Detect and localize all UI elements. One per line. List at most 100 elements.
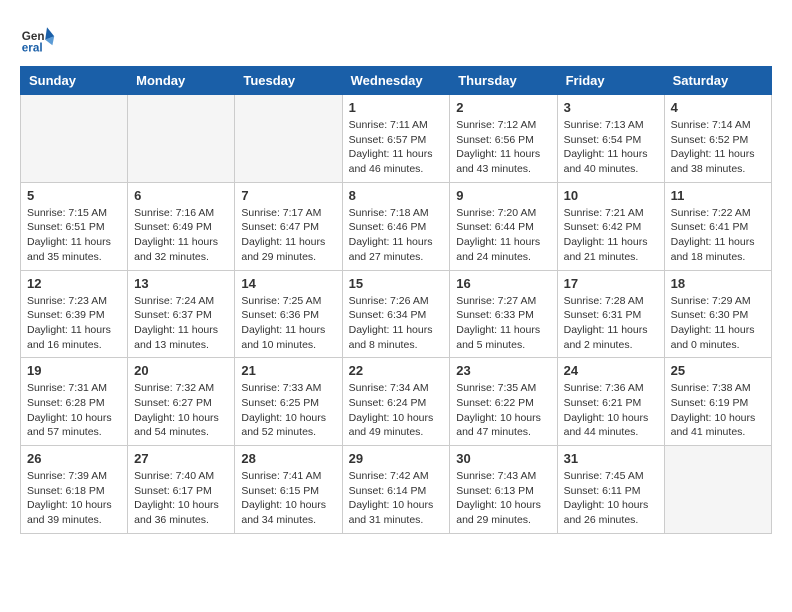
calendar-cell: 6Sunrise: 7:16 AMSunset: 6:49 PMDaylight… <box>128 182 235 270</box>
calendar-cell: 3Sunrise: 7:13 AMSunset: 6:54 PMDaylight… <box>557 95 664 183</box>
day-info: Sunrise: 7:31 AMSunset: 6:28 PMDaylight:… <box>27 381 121 440</box>
day-number: 9 <box>456 188 550 203</box>
calendar-cell: 29 Sunrise: 7:42 AMSunset: 6:14 PMDayligh… <box>342 446 450 534</box>
day-header-monday: Monday <box>128 67 235 95</box>
calendar-cell: 9Sunrise: 7:20 AMSunset: 6:44 PMDaylight… <box>450 182 557 270</box>
calendar-cell: 16 Sunrise: 7:27 AMSunset: 6:33 PMDayligh… <box>450 270 557 358</box>
day-header-saturday: Saturday <box>664 67 771 95</box>
day-info: Sunrise: 7:35 AMSunset: 6:22 PMDaylight:… <box>456 381 550 440</box>
day-number: 5 <box>27 188 121 203</box>
day-number: 25 <box>671 363 765 378</box>
day-header-thursday: Thursday <box>450 67 557 95</box>
day-number: 8 <box>349 188 444 203</box>
calendar-cell: 28 Sunrise: 7:41 AMSunset: 6:15 PMDayligh… <box>235 446 342 534</box>
calendar-cell: 4 Sunrise: 7:14 AMSunset: 6:52 PMDaylight… <box>664 95 771 183</box>
calendar-cell: 22 Sunrise: 7:34 AMSunset: 6:24 PMDayligh… <box>342 358 450 446</box>
day-number: 7 <box>241 188 335 203</box>
day-number: 28 <box>241 451 335 466</box>
day-number: 23 <box>456 363 550 378</box>
day-info: Sunrise: 7:16 AMSunset: 6:49 PMDaylight:… <box>134 206 228 265</box>
day-number: 18 <box>671 276 765 291</box>
day-info: Sunrise: 7:13 AMSunset: 6:54 PMDaylight:… <box>564 118 658 177</box>
day-number: 24 <box>564 363 658 378</box>
day-info: Sunrise: 7:14 AMSunset: 6:52 PMDaylight:… <box>671 118 765 177</box>
day-number: 21 <box>241 363 335 378</box>
calendar-cell: 10 Sunrise: 7:21 AMSunset: 6:42 PMDayligh… <box>557 182 664 270</box>
day-number: 12 <box>27 276 121 291</box>
calendar-week-4: 19 Sunrise: 7:31 AMSunset: 6:28 PMDayligh… <box>21 358 772 446</box>
calendar-week-1: 1 Sunrise: 7:11 AMSunset: 6:57 PMDaylight… <box>21 95 772 183</box>
day-number: 27 <box>134 451 228 466</box>
day-info: Sunrise: 7:40 AMSunset: 6:17 PMDaylight:… <box>134 469 228 528</box>
day-info: Sunrise: 7:22 AMSunset: 6:41 PMDaylight:… <box>671 206 765 265</box>
calendar-cell <box>664 446 771 534</box>
calendar-table: SundayMondayTuesdayWednesdayThursdayFrid… <box>20 66 772 534</box>
day-info: Sunrise: 7:34 AMSunset: 6:24 PMDaylight:… <box>349 381 444 440</box>
calendar-cell: 24Sunrise: 7:36 AMSunset: 6:21 PMDayligh… <box>557 358 664 446</box>
day-info: Sunrise: 7:18 AMSunset: 6:46 PMDaylight:… <box>349 206 444 265</box>
day-info: Sunrise: 7:12 AMSunset: 6:56 PMDaylight:… <box>456 118 550 177</box>
day-number: 30 <box>456 451 550 466</box>
calendar-week-3: 12 Sunrise: 7:23 AMSunset: 6:39 PMDayligh… <box>21 270 772 358</box>
svg-text:eral: eral <box>22 42 43 55</box>
day-number: 16 <box>456 276 550 291</box>
calendar-cell: 1 Sunrise: 7:11 AMSunset: 6:57 PMDaylight… <box>342 95 450 183</box>
calendar-cell: 5 Sunrise: 7:15 AMSunset: 6:51 PMDaylight… <box>21 182 128 270</box>
day-number: 1 <box>349 100 444 115</box>
day-number: 19 <box>27 363 121 378</box>
calendar-week-2: 5 Sunrise: 7:15 AMSunset: 6:51 PMDaylight… <box>21 182 772 270</box>
day-number: 10 <box>564 188 658 203</box>
logo: Gen eral <box>20 20 60 56</box>
day-info: Sunrise: 7:27 AMSunset: 6:33 PMDaylight:… <box>456 294 550 353</box>
calendar-cell: 2 Sunrise: 7:12 AMSunset: 6:56 PMDaylight… <box>450 95 557 183</box>
day-info: Sunrise: 7:32 AMSunset: 6:27 PMDaylight:… <box>134 381 228 440</box>
calendar-cell: 15 Sunrise: 7:26 AMSunset: 6:34 PMDayligh… <box>342 270 450 358</box>
calendar-cell: 20Sunrise: 7:32 AMSunset: 6:27 PMDayligh… <box>128 358 235 446</box>
calendar-cell <box>235 95 342 183</box>
day-number: 11 <box>671 188 765 203</box>
day-info: Sunrise: 7:15 AMSunset: 6:51 PMDaylight:… <box>27 206 121 265</box>
day-info: Sunrise: 7:41 AMSunset: 6:15 PMDaylight:… <box>241 469 335 528</box>
page-header: Gen eral <box>20 20 772 56</box>
calendar-cell <box>21 95 128 183</box>
day-info: Sunrise: 7:21 AMSunset: 6:42 PMDaylight:… <box>564 206 658 265</box>
day-info: Sunrise: 7:45 AMSunset: 6:11 PMDaylight:… <box>564 469 658 528</box>
day-info: Sunrise: 7:23 AMSunset: 6:39 PMDaylight:… <box>27 294 121 353</box>
day-number: 17 <box>564 276 658 291</box>
day-number: 26 <box>27 451 121 466</box>
calendar-cell: 12 Sunrise: 7:23 AMSunset: 6:39 PMDayligh… <box>21 270 128 358</box>
day-info: Sunrise: 7:42 AMSunset: 6:14 PMDaylight:… <box>349 469 444 528</box>
day-info: Sunrise: 7:11 AMSunset: 6:57 PMDaylight:… <box>349 118 444 177</box>
day-header-sunday: Sunday <box>21 67 128 95</box>
day-number: 4 <box>671 100 765 115</box>
calendar-week-5: 26 Sunrise: 7:39 AMSunset: 6:18 PMDayligh… <box>21 446 772 534</box>
calendar-cell: 23 Sunrise: 7:35 AMSunset: 6:22 PMDayligh… <box>450 358 557 446</box>
day-number: 29 <box>349 451 444 466</box>
day-info: Sunrise: 7:25 AMSunset: 6:36 PMDaylight:… <box>241 294 335 353</box>
day-number: 14 <box>241 276 335 291</box>
calendar-cell: 14 Sunrise: 7:25 AMSunset: 6:36 PMDayligh… <box>235 270 342 358</box>
day-info: Sunrise: 7:26 AMSunset: 6:34 PMDaylight:… <box>349 294 444 353</box>
calendar-cell: 17 Sunrise: 7:28 AMSunset: 6:31 PMDayligh… <box>557 270 664 358</box>
day-header-wednesday: Wednesday <box>342 67 450 95</box>
day-info: Sunrise: 7:38 AMSunset: 6:19 PMDaylight:… <box>671 381 765 440</box>
calendar-cell: 7 Sunrise: 7:17 AMSunset: 6:47 PMDaylight… <box>235 182 342 270</box>
day-info: Sunrise: 7:28 AMSunset: 6:31 PMDaylight:… <box>564 294 658 353</box>
day-info: Sunrise: 7:33 AMSunset: 6:25 PMDaylight:… <box>241 381 335 440</box>
calendar-cell <box>128 95 235 183</box>
logo-icon: Gen eral <box>20 20 56 56</box>
calendar-cell: 31 Sunrise: 7:45 AMSunset: 6:11 PMDayligh… <box>557 446 664 534</box>
day-number: 15 <box>349 276 444 291</box>
day-info: Sunrise: 7:17 AMSunset: 6:47 PMDaylight:… <box>241 206 335 265</box>
day-info: Sunrise: 7:39 AMSunset: 6:18 PMDaylight:… <box>27 469 121 528</box>
calendar-cell: 18 Sunrise: 7:29 AMSunset: 6:30 PMDayligh… <box>664 270 771 358</box>
day-number: 2 <box>456 100 550 115</box>
day-header-tuesday: Tuesday <box>235 67 342 95</box>
day-number: 31 <box>564 451 658 466</box>
day-number: 22 <box>349 363 444 378</box>
calendar-cell: 13Sunrise: 7:24 AMSunset: 6:37 PMDayligh… <box>128 270 235 358</box>
day-info: Sunrise: 7:24 AMSunset: 6:37 PMDaylight:… <box>134 294 228 353</box>
day-info: Sunrise: 7:29 AMSunset: 6:30 PMDaylight:… <box>671 294 765 353</box>
day-info: Sunrise: 7:43 AMSunset: 6:13 PMDaylight:… <box>456 469 550 528</box>
calendar-cell: 25 Sunrise: 7:38 AMSunset: 6:19 PMDayligh… <box>664 358 771 446</box>
